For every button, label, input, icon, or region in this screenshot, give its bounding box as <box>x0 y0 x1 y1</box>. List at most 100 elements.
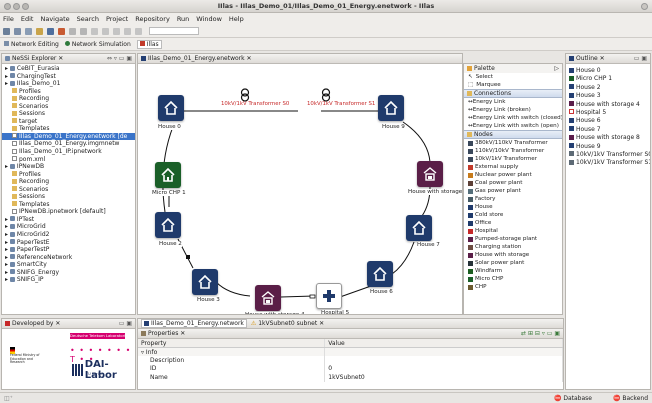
menu-navigate[interactable]: Navigate <box>40 15 69 23</box>
restore-window-icon[interactable] <box>641 3 648 10</box>
palette-connection-item[interactable]: ↔ Energy Link (broken) <box>464 106 562 114</box>
zoom-in-icon[interactable] <box>124 27 131 35</box>
new-icon[interactable] <box>3 27 10 35</box>
perspective-illas[interactable]: Illas <box>136 39 162 49</box>
outline-item[interactable]: House with storage 4 <box>566 101 650 109</box>
save-icon[interactable] <box>14 27 21 35</box>
node-house-with-storage-8[interactable] <box>417 161 443 187</box>
outline-item[interactable]: House 3 <box>566 92 650 100</box>
palette-tool-select[interactable]: ↖ Select <box>464 73 562 81</box>
palette-node-item[interactable]: CHP <box>464 283 562 291</box>
tree-item[interactable]: IIlas_Demo_01_Energy.imgmnetw <box>2 140 135 148</box>
navigate-back-icon[interactable] <box>69 27 76 35</box>
tree-item[interactable]: Templates <box>2 125 135 133</box>
tree-item[interactable]: ▸ ReferenceNetwork <box>2 254 135 262</box>
tree-item[interactable]: target <box>2 118 135 126</box>
minimize-maximize-icon[interactable]: ▭ ▣ <box>119 320 132 327</box>
menu-search[interactable]: Search <box>77 15 99 23</box>
node-house-with-storage-4[interactable] <box>255 285 281 311</box>
tab-subnet[interactable]: ⚠ 1kVSubnet0 subnet ✕ <box>249 320 326 327</box>
tree-item[interactable]: Recording <box>2 95 135 103</box>
tree-item[interactable]: Recording <box>2 178 135 186</box>
tree-item[interactable]: IPNewDB.ipnetwork [default] <box>2 208 135 216</box>
print-icon[interactable] <box>36 27 43 35</box>
tree-item[interactable]: Profiles <box>2 88 135 96</box>
switch-open-icon[interactable] <box>309 294 316 299</box>
palette-connections-drawer[interactable]: Connections <box>464 89 562 98</box>
delete-icon[interactable] <box>113 27 120 35</box>
outline-item[interactable]: House with storage 8 <box>566 134 650 142</box>
outline-tab[interactable]: Outline ✕ ▭ ▣ <box>566 54 650 64</box>
palette-node-item[interactable]: 10kV/1kV Transformer <box>464 155 562 163</box>
property-value[interactable]: 1kVSubnet0 <box>324 373 563 382</box>
editor-tab[interactable]: IIlas_Demo_01_Energy.enetwork ✕ <box>138 54 462 64</box>
tree-item[interactable]: ▸ SNIFG_IP <box>2 276 135 284</box>
palette-node-item[interactable]: Coal power plant <box>464 179 562 187</box>
outline-item[interactable]: House 0 <box>566 67 650 75</box>
tree-item[interactable]: Profiles <box>2 171 135 179</box>
node-hospital-5[interactable] <box>316 283 342 309</box>
outline-item[interactable]: Micro CHP 1 <box>566 75 650 83</box>
node-house-6[interactable] <box>367 261 393 287</box>
tree-item[interactable]: ▸ IIlas_Demo_01 <box>2 80 135 88</box>
link-house9-storage8[interactable] <box>402 121 431 163</box>
palette-nodes-drawer[interactable]: Nodes <box>464 130 562 139</box>
palette-node-item[interactable]: Windfarm <box>464 267 562 275</box>
palette-node-item[interactable]: House with storage <box>464 251 562 259</box>
backend-status[interactable]: ⛔ Backend <box>613 395 648 402</box>
palette-node-item[interactable]: Solar power plant <box>464 259 562 267</box>
palette-connection-item[interactable]: ↔ Energy Link <box>464 98 562 106</box>
open-perspective-icon[interactable] <box>47 27 54 35</box>
palette-node-item[interactable]: Hospital <box>464 227 562 235</box>
palette-collapse-icon[interactable]: ▷ <box>554 65 559 72</box>
tree-item[interactable]: ▸ IPTest <box>2 216 135 224</box>
outline-item[interactable]: 10kV/1kV Transformer S1 <box>566 159 650 167</box>
node-house-2[interactable] <box>155 212 181 238</box>
node-micro-chp-1[interactable] <box>155 162 181 188</box>
perspective-network-editing[interactable]: Network Editing <box>4 41 59 48</box>
palette-node-item[interactable]: 110kV/10kV Transformer <box>464 147 562 155</box>
palette-node-item[interactable]: External supply <box>464 163 562 171</box>
property-row[interactable]: ▿ Info <box>138 347 563 356</box>
link-house6-hospital5[interactable] <box>339 285 372 298</box>
palette-node-item[interactable]: 380kV/110kV Transformer <box>464 139 562 147</box>
menu-project[interactable]: Project <box>106 15 128 23</box>
network-canvas[interactable]: House 0 10kV/1kV Transformer S0 10kV/1kV T… <box>138 64 462 314</box>
property-value[interactable] <box>324 347 563 356</box>
palette-node-item[interactable]: Cold store <box>464 211 562 219</box>
node-house-7[interactable] <box>406 215 432 241</box>
tree-item[interactable]: ▸ MicroGrid <box>2 223 135 231</box>
column-property[interactable]: Property <box>138 339 326 348</box>
palette-connection-item[interactable]: ↔ Energy Link with switch (open) <box>464 122 562 130</box>
properties-tab[interactable]: Properties ✕ ⇄ ⊞ ⊟ ▿ ▭ ▣ <box>138 329 563 339</box>
outline-controls[interactable]: ▭ ▣ <box>634 55 647 62</box>
tree-item[interactable]: Sessions <box>2 193 135 201</box>
menu-run[interactable]: Run <box>177 15 189 23</box>
menu-edit[interactable]: Edit <box>21 15 34 23</box>
explorer-tab[interactable]: NeSSi Explorer ✕ ⇔ ▿ ▭ ▣ <box>2 54 135 64</box>
redo-icon[interactable] <box>102 27 109 35</box>
tree-item[interactable]: ▸ SmartCity <box>2 261 135 269</box>
node-house-0[interactable] <box>158 95 184 121</box>
palette-node-item[interactable]: Nuclear power plant <box>464 171 562 179</box>
outline-item[interactable]: 10kV/1kV Transformer S0 <box>566 151 650 159</box>
run-icon[interactable] <box>58 27 65 35</box>
palette-node-item[interactable]: Factory <box>464 195 562 203</box>
menu-help[interactable]: Help <box>229 15 244 23</box>
menu-file[interactable]: File <box>3 15 14 23</box>
zoom-combo[interactable] <box>149 27 199 35</box>
column-value[interactable]: Value <box>324 339 563 348</box>
property-value[interactable] <box>324 356 563 365</box>
tree-item[interactable]: Scenarios <box>2 103 135 111</box>
perspective-network-simulation[interactable]: Network Simulation <box>64 41 131 48</box>
node-house-9[interactable] <box>378 95 404 121</box>
developed-by-tab[interactable]: Developed by ✕ ▭ ▣ <box>2 319 135 329</box>
property-row[interactable]: Description <box>138 356 563 365</box>
database-status[interactable]: ⛔ Database <box>554 395 592 402</box>
outline-item[interactable]: House 2 <box>566 84 650 92</box>
tree-item[interactable]: Templates <box>2 201 135 209</box>
undo-icon[interactable] <box>91 27 98 35</box>
tree-item[interactable]: ▸ MicroGrid2 <box>2 231 135 239</box>
menu-window[interactable]: Window <box>196 15 222 23</box>
palette-node-item[interactable]: Gas power plant <box>464 187 562 195</box>
